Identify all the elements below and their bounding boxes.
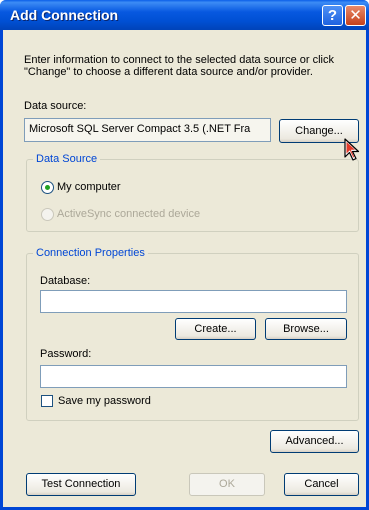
my-computer-radio[interactable]: [41, 181, 54, 194]
intro-text: Enter information to connect to the sele…: [24, 54, 334, 78]
radio-selected-dot: [45, 185, 50, 190]
create-button[interactable]: Create...: [175, 318, 256, 340]
help-icon: ?: [327, 7, 338, 24]
help-button[interactable]: ?: [322, 5, 343, 26]
close-icon: ✕: [349, 7, 362, 24]
ok-button: OK: [189, 473, 265, 496]
activesync-label: ActiveSync connected device: [57, 208, 201, 220]
window-title: Add Connection: [10, 7, 119, 23]
password-input[interactable]: [40, 365, 347, 388]
advanced-button[interactable]: Advanced...: [270, 430, 359, 453]
database-input[interactable]: [40, 290, 347, 313]
activesync-radio: [41, 208, 54, 221]
connection-properties-legend: Connection Properties: [33, 247, 148, 259]
test-connection-button[interactable]: Test Connection: [26, 473, 136, 496]
save-password-checkbox[interactable]: [41, 395, 53, 407]
title-bar[interactable]: Add Connection ? ✕: [0, 0, 369, 30]
cancel-button[interactable]: Cancel: [284, 473, 359, 496]
save-password-label[interactable]: Save my password: [58, 395, 151, 407]
browse-button[interactable]: Browse...: [265, 318, 347, 340]
data-source-group: Data Source: [26, 153, 359, 232]
my-computer-label[interactable]: My computer: [57, 181, 121, 193]
data-source-field: Microsoft SQL Server Compact 3.5 (.NET F…: [24, 118, 271, 142]
password-label: Password:: [40, 348, 92, 360]
data-source-label: Data source:: [24, 100, 87, 112]
database-label: Database:: [40, 275, 91, 287]
data-source-group-legend: Data Source: [33, 153, 101, 165]
mouse-pointer-icon: [344, 138, 360, 161]
close-button[interactable]: ✕: [345, 5, 366, 26]
